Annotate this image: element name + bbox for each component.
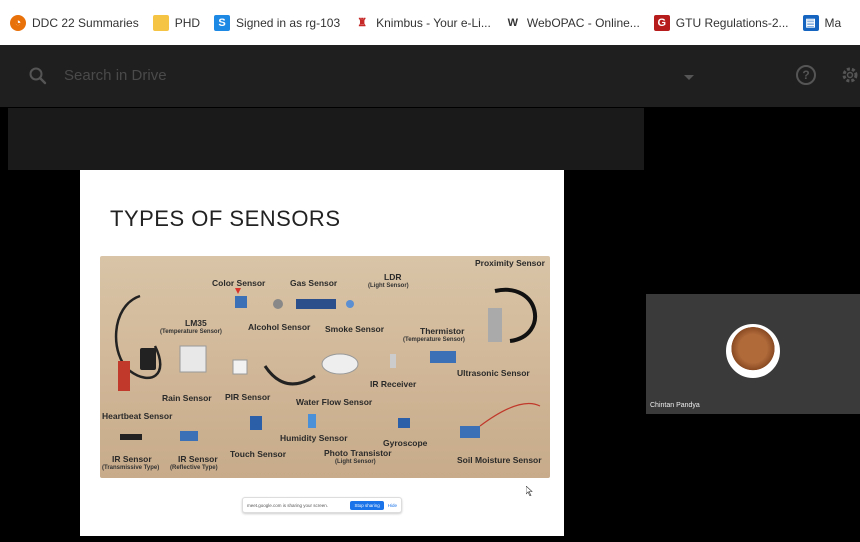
bookmark-label: Signed in as rg-103 (236, 15, 341, 30)
gtu-icon: G (653, 14, 670, 31)
mouse-cursor-icon (526, 486, 533, 496)
calendar-icon: ▤ (802, 14, 819, 31)
label-ir-sensor-transmissive-sub: (Transmissive Type) (102, 465, 160, 471)
label-photo-transistor-sub: (Light Sensor) (335, 459, 376, 465)
bookmark-gtu-regulations[interactable]: G GTU Regulations-2... (653, 14, 789, 31)
search-icon[interactable] (28, 66, 48, 86)
label-smoke-sensor: Smoke Sensor (325, 324, 385, 334)
label-alcohol-sensor: Alcohol Sensor (248, 322, 311, 332)
label-ldr: LDR (384, 272, 402, 282)
label-ldr-sub: (Light Sensor) (368, 283, 409, 289)
label-ir-receiver: IR Receiver (370, 379, 417, 389)
label-photo-transistor: Photo Transistor (324, 448, 392, 458)
presentation-top-band (8, 108, 644, 170)
sensors-illustration (114, 287, 541, 441)
label-ir-sensor-reflective: IR Sensor (178, 454, 218, 464)
label-gas-sensor: Gas Sensor (290, 278, 338, 288)
bookmark-label: Knimbus - Your e-Li... (376, 15, 491, 30)
bookmark-label: WebOPAC - Online... (526, 15, 640, 30)
label-soil-moisture-sensor: Soil Moisture Sensor (457, 455, 542, 465)
arrow-icon (235, 288, 241, 294)
label-gyroscope: Gyroscope (383, 438, 428, 448)
label-lm35-sub: (Temperature Sensor) (160, 329, 222, 335)
participant-name: Chintan Pandya (650, 402, 700, 409)
label-pir-sensor: PIR Sensor (225, 392, 271, 402)
label-proximity-sensor: Proximity Sensor (475, 258, 545, 268)
bookmark-label: GTU Regulations-2... (675, 15, 789, 30)
bookmark-webopac[interactable]: W WebOPAC - Online... (505, 15, 640, 31)
label-water-flow-sensor: Water Flow Sensor (296, 397, 373, 407)
bookmark-signed-in[interactable]: S Signed in as rg-103 (214, 14, 341, 31)
label-thermistor-sub: (Temperature Sensor) (403, 337, 465, 343)
folder-icon (152, 14, 169, 31)
label-heartbeat-sensor: Heartbeat Sensor (102, 411, 173, 421)
label-lm35: LM35 (185, 318, 207, 328)
webopac-icon: W (507, 16, 519, 29)
search-input[interactable]: Search in Drive (64, 67, 167, 84)
bookmark-ddc-summaries[interactable]: ◔ DDC 22 Summaries (10, 14, 139, 31)
hide-button[interactable]: Hide (388, 503, 397, 508)
sensors-photo: Color Sensor Gas Sensor LDR (Light Senso… (100, 256, 550, 478)
chrome-color-icon: ◔ (10, 14, 26, 31)
label-ultrasonic-sensor: Ultrasonic Sensor (457, 368, 530, 378)
bookmark-ma[interactable]: ▤ Ma (802, 14, 842, 31)
bookmark-knimbus[interactable]: ♜ Knimbus - Your e-Li... (354, 15, 491, 31)
slide-title: TYPES OF SENSORS (110, 206, 341, 231)
participant-tile[interactable]: Chintan Pandya (646, 294, 860, 414)
label-touch-sensor: Touch Sensor (230, 449, 287, 459)
screen-share-bar: meet.google.com is sharing your screen. … (242, 497, 402, 513)
label-color-sensor: Color Sensor (212, 278, 266, 288)
search-options-icon[interactable] (684, 75, 694, 80)
drive-header: Search in Drive ? (0, 45, 860, 107)
label-ir-sensor-reflective-sub: (Reflective Type) (170, 465, 218, 471)
label-thermistor: Thermistor (420, 326, 465, 336)
avatar (726, 324, 780, 378)
bookmark-label: Ma (824, 15, 842, 30)
help-icon[interactable]: ? (796, 65, 816, 85)
gear-icon[interactable] (840, 65, 860, 85)
bookmark-label: DDC 22 Summaries (32, 15, 139, 30)
bookmark-label: PHD (174, 15, 201, 30)
s-logo-icon: S (214, 14, 231, 31)
presentation-slide: TYPES OF SENSORS Color Sensor Gas Sensor… (80, 170, 564, 536)
bookmarks-bar: ◔ DDC 22 Summaries PHD S Signed in as rg… (0, 0, 860, 45)
label-rain-sensor: Rain Sensor (162, 393, 212, 403)
bookmark-phd[interactable]: PHD (152, 14, 201, 31)
stop-sharing-button[interactable]: Stop sharing (350, 500, 384, 510)
knimbus-icon: ♜ (357, 17, 368, 29)
share-status-text: meet.google.com is sharing your screen. (247, 502, 329, 508)
label-humidity-sensor: Humidity Sensor (280, 433, 348, 443)
label-ir-sensor-transmissive: IR Sensor (112, 454, 152, 464)
